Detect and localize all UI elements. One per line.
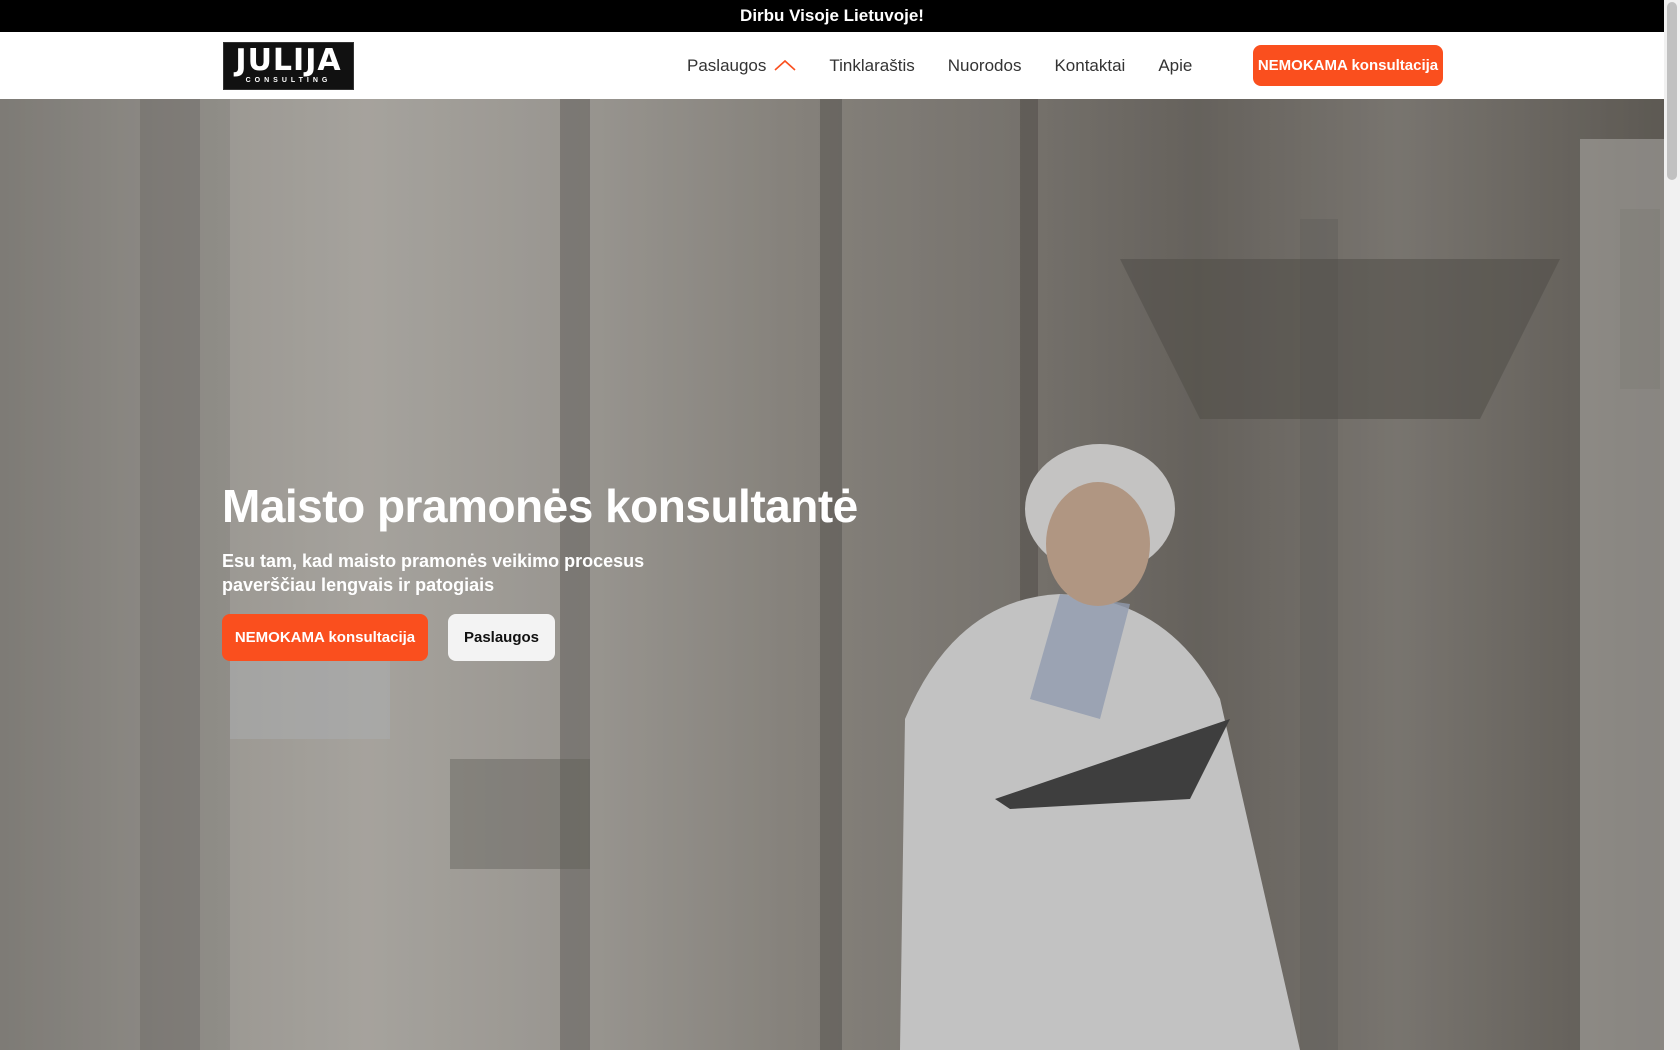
hero-section: Maisto pramonės konsultantė Esu tam, kad… xyxy=(0,99,1664,1050)
hero-subtitle: Esu tam, kad maisto pramonės veikimo pro… xyxy=(222,551,645,595)
logo-main-text: JULIJA xyxy=(235,43,342,78)
logo-sub-text: CONSULTING xyxy=(245,77,332,84)
announcement-bar: Dirbu Visoje Lietuvoje! xyxy=(0,0,1664,32)
nav-item-label: Kontaktai xyxy=(1054,55,1126,75)
header-consultation-button[interactable]: NEMOKAMA konsultacija xyxy=(1253,45,1443,86)
nav-item-apie[interactable]: Apie xyxy=(1158,56,1192,76)
main-nav: Paslaugos Tinklaraštis Nuorodos Kontakta… xyxy=(687,32,1225,99)
nav-item-label: Paslaugos xyxy=(687,55,767,75)
scrollbar-thumb[interactable] xyxy=(1667,2,1677,180)
nav-item-kontaktai[interactable]: Kontaktai xyxy=(1054,56,1125,76)
chevron-up-icon xyxy=(774,56,796,76)
page-scrollbar[interactable] xyxy=(1664,0,1680,1050)
hero-services-button[interactable]: Paslaugos xyxy=(448,614,555,661)
logo[interactable]: JULIJA CONSULTING xyxy=(223,42,354,90)
nav-item-paslaugos[interactable]: Paslaugos xyxy=(687,56,796,76)
nav-item-tinklarastis[interactable]: Tinklaraštis xyxy=(829,56,914,76)
announcement-text: Dirbu Visoje Lietuvoje! xyxy=(740,6,924,25)
nav-item-nuorodos[interactable]: Nuorodos xyxy=(948,56,1022,76)
nav-item-label: Apie xyxy=(1158,55,1193,75)
nav-item-label: Tinklaraštis xyxy=(829,55,915,75)
hero-consultation-button[interactable]: NEMOKAMA konsultacija xyxy=(222,614,428,661)
hero-title: Maisto pramonės konsultantė xyxy=(222,480,858,532)
site-header: JULIJA CONSULTING Paslaugos Tinklaraštis… xyxy=(0,32,1664,99)
nav-item-label: Nuorodos xyxy=(947,55,1022,75)
